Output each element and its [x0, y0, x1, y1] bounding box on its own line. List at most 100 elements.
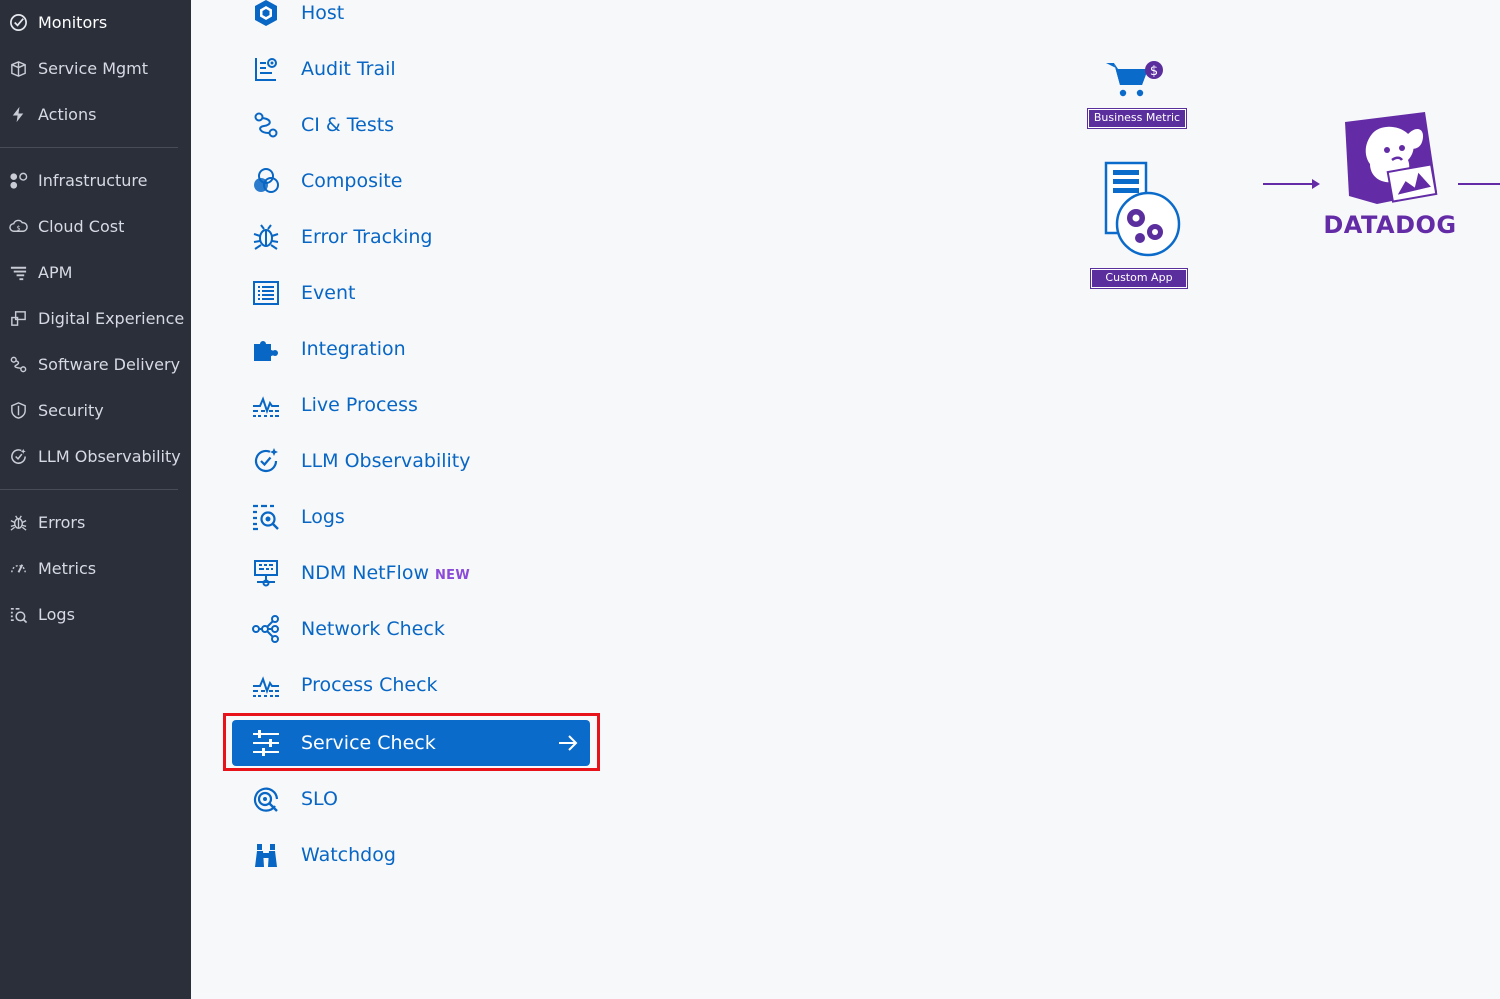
monitor-type-ci-tests[interactable]: CI & Tests: [232, 102, 590, 148]
monitor-type-label: Host: [301, 2, 345, 24]
monitor-type-logs[interactable]: Logs: [232, 494, 590, 540]
monitor-type-label: SLO: [301, 788, 338, 810]
monitor-type-composite[interactable]: Composite: [232, 158, 590, 204]
sidebar-divider: [0, 147, 178, 148]
monitor-type-ndm-netflow[interactable]: NDM NetFlow NEW: [232, 550, 590, 596]
monitor-type-process-check[interactable]: Process Check: [232, 662, 590, 708]
sidebar-item-label: Security: [38, 400, 104, 420]
logs-icon: [251, 502, 281, 532]
new-badge: NEW: [435, 568, 470, 583]
sidebar-item-label: Errors: [38, 512, 86, 532]
monitor-type-label: Event: [301, 282, 356, 304]
monitor-type-label-text: NDM NetFlow: [301, 562, 429, 584]
infrastructure-icon: [8, 170, 28, 190]
monitor-type-service-check[interactable]: Service Check: [232, 720, 590, 766]
monitor-type-live-process[interactable]: Live Process: [232, 382, 590, 428]
sidebar-item-label: Service Mgmt: [38, 58, 149, 78]
business-metric-label: Business Metric: [1087, 108, 1187, 129]
process-check-icon: [251, 670, 281, 700]
sidebar-item-label: Infrastructure: [38, 170, 148, 190]
monitors-icon: [8, 12, 28, 32]
monitor-type-host[interactable]: Host: [232, 0, 590, 36]
sidebar-item-actions[interactable]: Actions: [0, 94, 191, 134]
monitor-type-slo[interactable]: SLO: [232, 776, 590, 822]
sidebar-item-label: Actions: [38, 104, 97, 124]
lightning-icon: [8, 104, 28, 124]
error-tracking-icon: [251, 222, 281, 252]
sidebar-item-label: Monitors: [38, 12, 108, 32]
custom-app-icon: [1104, 161, 1181, 257]
monitor-type-label: Service Check: [301, 732, 436, 754]
binoculars-icon: [251, 840, 281, 870]
monitor-type-label: Error Tracking: [301, 226, 433, 248]
monitor-type-llm-observability[interactable]: LLM Observability: [232, 438, 590, 484]
service-mgmt-icon: [8, 58, 28, 78]
custom-app-label: Custom App: [1090, 268, 1188, 289]
sidebar-divider: [0, 489, 178, 490]
monitor-type-event[interactable]: Event: [232, 270, 590, 316]
llm-observability-icon: [251, 446, 281, 476]
sidebar-item-service-mgmt[interactable]: Service Mgmt: [0, 48, 191, 88]
ndm-netflow-icon: [251, 558, 281, 588]
datadog-logo-icon: [1345, 112, 1438, 204]
cloud-cost-icon: $: [8, 216, 28, 236]
ci-tests-icon: [251, 110, 281, 140]
monitor-type-label: Logs: [301, 506, 345, 528]
logs-icon: [8, 604, 28, 624]
flow-arrow-in: [1263, 179, 1320, 189]
sidebar-item-errors[interactable]: Errors: [0, 502, 191, 542]
sidebar-item-llm-observability[interactable]: LLM Observability: [0, 436, 191, 476]
flow-arrow-out: [1458, 183, 1500, 185]
sidebar-item-label: LLM Observability: [38, 446, 181, 466]
monitor-type-watchdog[interactable]: Watchdog: [232, 832, 590, 878]
sidebar-item-digital-experience[interactable]: Digital Experience: [0, 298, 191, 338]
monitor-type-label: CI & Tests: [301, 114, 395, 136]
svg-text:$: $: [1150, 64, 1158, 79]
composite-icon: [251, 166, 281, 196]
sidebar-item-apm[interactable]: APM: [0, 252, 191, 292]
sidebar: Monitors Service Mgmt Actions Infrastruc…: [0, 0, 191, 999]
network-check-icon: [251, 614, 281, 644]
monitor-type-network-check[interactable]: Network Check: [232, 606, 590, 652]
service-check-icon: [251, 728, 281, 758]
slo-icon: [251, 784, 281, 814]
monitor-type-error-tracking[interactable]: Error Tracking: [232, 214, 590, 260]
monitor-type-label: LLM Observability: [301, 450, 471, 472]
bug-icon: [8, 512, 28, 532]
host-icon: [251, 0, 281, 28]
integration-icon: [251, 334, 281, 364]
sidebar-item-label: Cloud Cost: [38, 216, 125, 236]
monitor-type-audit-trail[interactable]: Audit Trail: [232, 46, 590, 92]
shopping-cart-icon: $: [1106, 61, 1163, 97]
digital-experience-icon: [8, 308, 28, 328]
sidebar-item-label: Logs: [38, 604, 75, 624]
monitor-type-label: NDM NetFlow NEW: [301, 562, 470, 584]
event-icon: [251, 278, 281, 308]
sidebar-item-label: Metrics: [38, 558, 97, 578]
metrics-icon: [8, 558, 28, 578]
datadog-wordmark: DATADOG: [1323, 211, 1457, 239]
monitor-type-label: Audit Trail: [301, 58, 396, 80]
sidebar-item-cloud-cost[interactable]: $ Cloud Cost: [0, 206, 191, 246]
monitor-type-integration[interactable]: Integration: [232, 326, 590, 372]
sidebar-item-label: APM: [38, 262, 73, 282]
svg-text:$: $: [16, 224, 20, 232]
monitor-type-label: Network Check: [301, 618, 445, 640]
sidebar-item-infrastructure[interactable]: Infrastructure: [0, 160, 191, 200]
sidebar-item-label: Software Delivery: [38, 354, 181, 374]
audit-trail-icon: [251, 54, 281, 84]
live-process-icon: [251, 390, 281, 420]
monitor-type-label: Process Check: [301, 674, 438, 696]
sidebar-item-label: Digital Experience: [38, 308, 185, 328]
sidebar-item-logs[interactable]: Logs: [0, 594, 191, 634]
monitor-type-label: Watchdog: [301, 844, 396, 866]
sidebar-item-metrics[interactable]: Metrics: [0, 548, 191, 588]
apm-icon: [8, 262, 28, 282]
monitor-type-label: Integration: [301, 338, 406, 360]
sidebar-item-software-delivery[interactable]: Software Delivery: [0, 344, 191, 384]
sidebar-item-monitors[interactable]: Monitors: [0, 2, 191, 42]
shield-icon: [8, 400, 28, 420]
arrow-right-icon: [559, 735, 578, 751]
monitor-type-label: Live Process: [301, 394, 418, 416]
sidebar-item-security[interactable]: Security: [0, 390, 191, 430]
